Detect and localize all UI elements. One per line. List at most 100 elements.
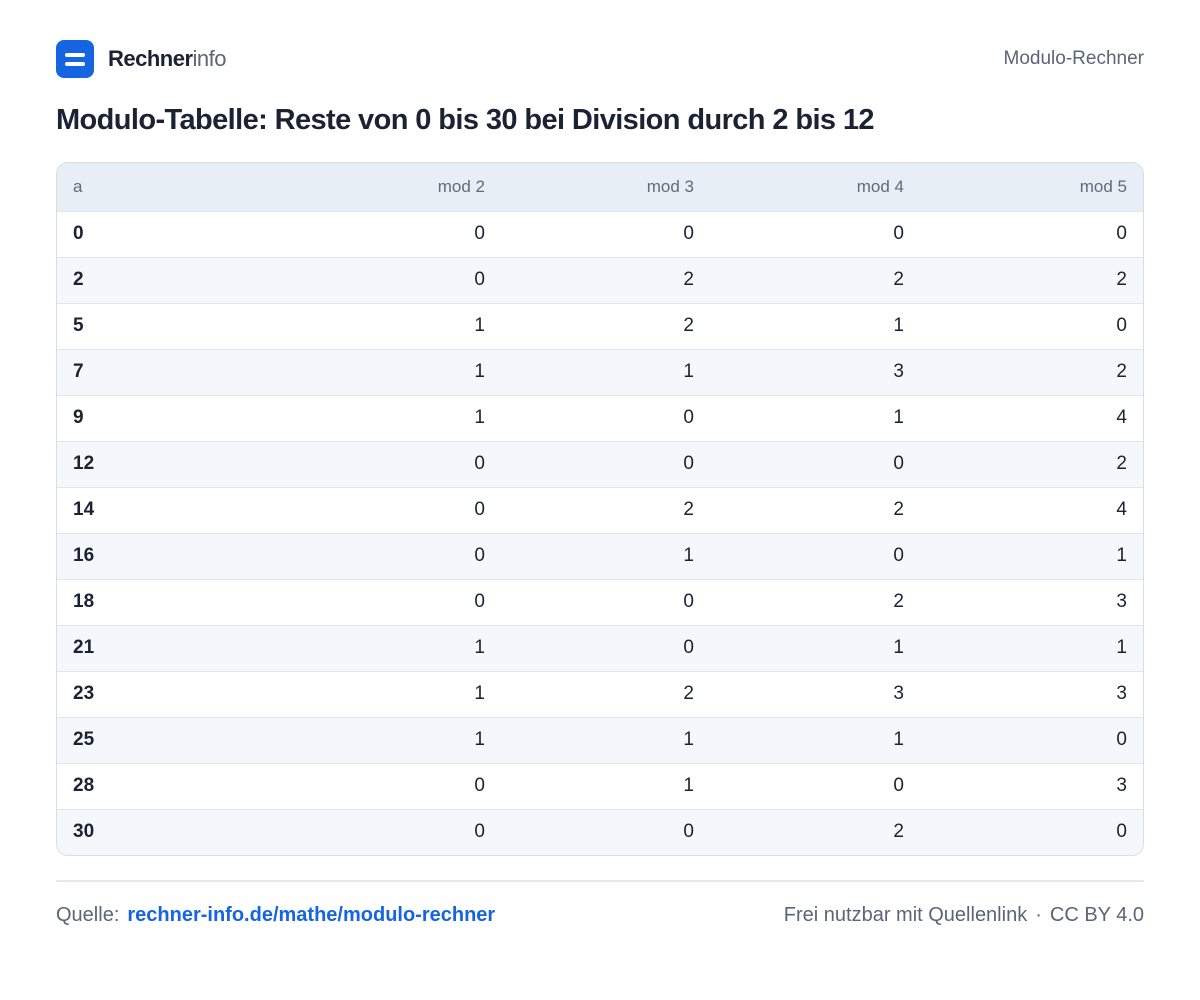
- column-header: mod 2: [437, 176, 485, 196]
- table-cell: 2: [683, 315, 694, 336]
- row-label: 18: [73, 591, 95, 612]
- row-label: 12: [73, 453, 95, 474]
- table-cell: 3: [1116, 591, 1127, 612]
- table-cell: 2: [683, 683, 694, 704]
- table-cell: 3: [1116, 683, 1127, 704]
- table-row: 7 1 1 3 2: [57, 349, 1143, 395]
- table-cell: 4: [1116, 499, 1127, 520]
- brand[interactable]: Rechnerinfo: [56, 40, 227, 78]
- modulo-table: a mod 2 mod 3 mod 4 mod 5 000002022251210711…: [57, 163, 1143, 855]
- license-info: Frei nutzbar mit Quellenlink · CC BY 4.0: [784, 904, 1144, 927]
- table-cell: 1: [893, 315, 904, 336]
- table-cell: 1: [474, 315, 485, 336]
- table-row: 18 0 0 2 3: [57, 579, 1143, 625]
- table-cell: 1: [474, 361, 485, 382]
- table-cell: 0: [474, 453, 485, 474]
- table-row: 21 1 0 1 1: [57, 625, 1143, 671]
- table-cell: 2: [683, 269, 694, 290]
- column-header: mod 3: [646, 176, 694, 196]
- brand-name-light: info: [192, 46, 227, 71]
- table-cell: 1: [893, 729, 904, 750]
- table-cell: 1: [683, 775, 694, 796]
- row-label: 28: [73, 775, 95, 796]
- row-label: 5: [73, 315, 84, 336]
- table-cell: 2: [1116, 361, 1127, 382]
- table-row: 28 0 1 0 3: [57, 763, 1143, 809]
- row-label: 25: [73, 729, 95, 750]
- table-cell: 1: [893, 407, 904, 428]
- source-label: Quelle:: [56, 904, 120, 926]
- site-header: Rechnerinfo Modulo-Rechner: [56, 40, 1144, 78]
- table-cell: 0: [683, 591, 694, 612]
- table-cell: 2: [893, 821, 904, 843]
- table-cell: 0: [893, 545, 904, 566]
- table-header-row: a mod 2 mod 3 mod 4 mod 5: [57, 163, 1143, 211]
- table-cell: 0: [474, 821, 485, 843]
- license-text: Frei nutzbar mit Quellenlink: [783, 904, 1028, 926]
- source-link[interactable]: rechner-info.de/mathe/modulo-rechner: [127, 904, 495, 926]
- table-row: 23 1 2 3 3: [57, 671, 1143, 717]
- license: CC BY 4.0: [1049, 904, 1144, 926]
- table-cell: 0: [683, 637, 694, 658]
- source: Quelle: rechner-info.de/mathe/modulo-rech…: [56, 904, 495, 927]
- modulo-table-container: a mod 2 mod 3 mod 4 mod 5 000002022251210711…: [56, 162, 1144, 856]
- table-cell: 0: [474, 591, 485, 612]
- separator: ·: [1035, 904, 1042, 926]
- table-cell: 0: [474, 775, 485, 796]
- page: Rechnerinfo Modulo-Rechner Modulo-Tabell…: [56, 0, 1144, 1000]
- table-cell: 0: [474, 223, 485, 244]
- table-cell: 0: [893, 453, 904, 474]
- table-cell: 1: [683, 361, 694, 382]
- row-label: 7: [73, 361, 84, 382]
- row-label: 9: [73, 407, 84, 428]
- table-cell: 0: [1116, 315, 1127, 336]
- table-cell: 0: [1116, 729, 1127, 750]
- table-cell: 1: [1116, 545, 1127, 566]
- footer: Quelle: rechner-info.de/mathe/modulo-rech…: [56, 904, 1144, 927]
- table-cell: 0: [683, 407, 694, 428]
- table-cell: 0: [683, 453, 694, 474]
- table-cell: 1: [474, 407, 485, 428]
- page-name: Modulo-Rechner: [1003, 48, 1144, 69]
- row-label: 2: [73, 269, 84, 290]
- table-cell: 1: [474, 637, 485, 658]
- table-cell: 3: [1116, 775, 1127, 796]
- table-cell: 0: [474, 545, 485, 566]
- footer-divider: [56, 880, 1144, 882]
- table-row: 0 0 0 0 0: [57, 211, 1143, 257]
- table-cell: 1: [683, 545, 694, 566]
- row-label: 21: [73, 637, 95, 658]
- table-row: 30 0 0 2 0: [57, 809, 1143, 855]
- table-cell: 1: [1116, 637, 1127, 658]
- table-cell: 0: [683, 223, 694, 244]
- table-row: 5 1 2 1 0: [57, 303, 1143, 349]
- row-label: 23: [73, 683, 95, 704]
- table-cell: 2: [893, 591, 904, 612]
- table-cell: 3: [893, 361, 904, 382]
- row-label: 14: [73, 499, 95, 520]
- table-cell: 0: [683, 821, 694, 843]
- table-body: 0 0 0 0 0 2 0 2 2 2 5 1 2 1 0 7 1 1 3 2 9 1 0 1 4 12 0 0 0 2 14 0 2 2 4 16 0…: [57, 211, 1143, 855]
- page-title: Modulo-Tabelle: Reste von 0 bis 30 bei D…: [56, 104, 875, 136]
- table-cell: 1: [893, 637, 904, 658]
- table-cell: 0: [1116, 821, 1127, 843]
- table-row: 2 0 2 2 2: [57, 257, 1143, 303]
- table-cell: 1: [474, 683, 485, 704]
- table-cell: 4: [1116, 407, 1127, 428]
- table-cell: 0: [1116, 223, 1127, 244]
- table-cell: 0: [474, 499, 485, 520]
- table-cell: 0: [893, 223, 904, 244]
- brand-name: Rechnerinfo: [108, 46, 227, 72]
- table-row: 12 0 0 0 2: [57, 441, 1143, 487]
- table-cell: 1: [683, 729, 694, 750]
- table-row: 9 1 0 1 4: [57, 395, 1143, 441]
- table-cell: 0: [893, 775, 904, 796]
- row-label: 0: [73, 223, 84, 244]
- table-cell: 3: [893, 683, 904, 704]
- column-header: a: [73, 176, 83, 196]
- table-cell: 0: [474, 269, 485, 290]
- table-cell: 2: [893, 269, 904, 290]
- column-header: mod 4: [856, 176, 904, 196]
- table-cell: 2: [893, 499, 904, 520]
- brand-name-strong: Rechner: [108, 46, 193, 71]
